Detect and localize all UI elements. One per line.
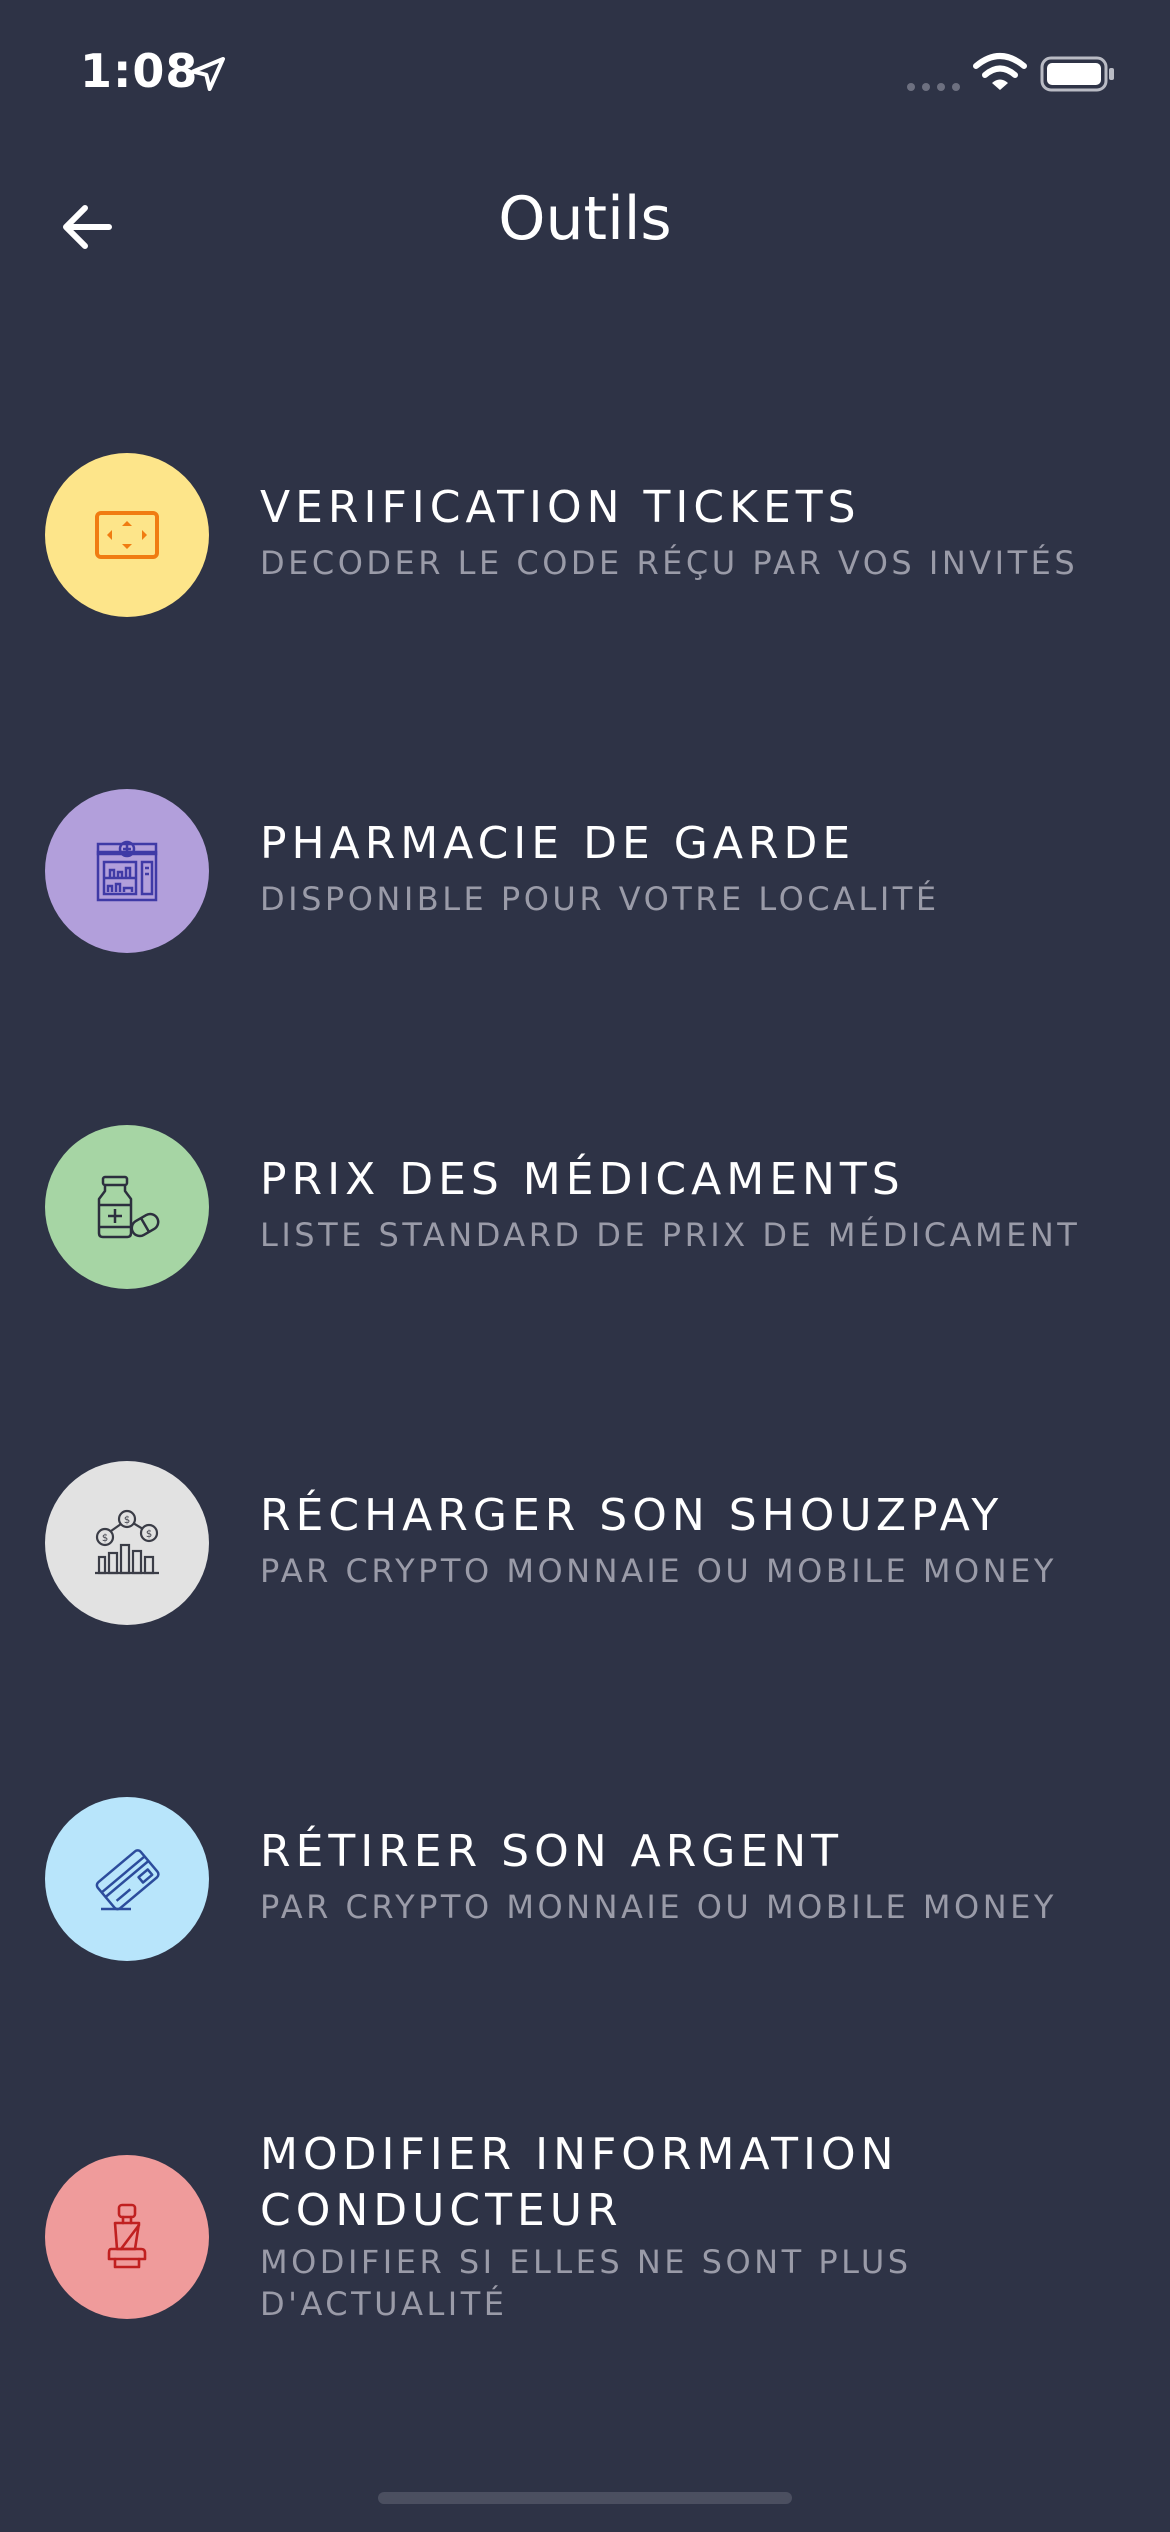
credit-card-icon	[95, 1849, 160, 1911]
pharmacy-store-icon	[96, 840, 158, 902]
medicine-bottle-icon	[97, 1175, 160, 1239]
icon-circle	[45, 1125, 209, 1289]
svg-text:$: $	[146, 1529, 152, 1540]
menu-item-label: RÉTIRER SON ARGENT	[260, 1826, 843, 1877]
menu-item-subtitle: DISPONIBLE POUR VOTRE LOCALITÉ	[260, 880, 940, 918]
menu-item-label: PRIX DES MÉDICAMENTS	[260, 1154, 905, 1205]
menu-item-retirer-argent[interactable]: RÉTIRER SON ARGENT PAR CRYPTO MONNAIE OU…	[0, 1759, 1170, 1999]
page-title: Outils	[498, 184, 672, 254]
battery-icon	[1040, 56, 1114, 92]
icon-circle: $ $ $	[45, 1461, 209, 1625]
menu-item-subtitle: LISTE STANDARD DE PRIX DE MÉDICAMENT	[260, 1216, 1081, 1254]
icon-circle	[45, 789, 209, 953]
navigation-bar: Outils	[0, 170, 1170, 280]
money-chart-icon: $ $ $	[95, 1509, 159, 1575]
menu-item-modifier-information-conducteur[interactable]: MODIFIER INFORMATION CONDUCTEUR MODIFIER…	[0, 2095, 1170, 2395]
menu-item-subtitle: DECODER LE CODE RÉÇU PAR VOS INVITÉS	[260, 544, 1079, 582]
status-bar: 1:08	[0, 0, 1170, 140]
ticket-scan-icon	[95, 511, 159, 559]
status-time: 1:08	[80, 44, 199, 98]
menu-item-label: RÉCHARGER SON SHOUZPAY	[260, 1490, 1004, 1541]
svg-text:$: $	[124, 1515, 130, 1526]
menu-item-pharmacie-de-garde[interactable]: PHARMACIE DE GARDE DISPONIBLE POUR VOTRE…	[0, 751, 1170, 991]
car-seat-icon	[107, 2203, 147, 2269]
menu-item-label: PHARMACIE DE GARDE	[260, 818, 856, 869]
svg-text:$: $	[102, 1533, 108, 1544]
icon-circle	[45, 1797, 209, 1961]
menu-item-label-line-1: MODIFIER INFORMATION	[260, 2129, 899, 2180]
cellular-signal-icon	[907, 83, 960, 91]
menu-item-label: VERIFICATION TICKETS	[260, 482, 861, 533]
wifi-icon	[973, 53, 1027, 90]
menu-item-subtitle: PAR CRYPTO MONNAIE OU MOBILE MONEY	[260, 1552, 1057, 1590]
menu-item-verification-tickets[interactable]: VERIFICATION TICKETS DECODER LE CODE RÉÇ…	[0, 415, 1170, 655]
menu-item-subtitle: PAR CRYPTO MONNAIE OU MOBILE MONEY	[260, 1888, 1057, 1926]
menu-item-prix-des-medicaments[interactable]: PRIX DES MÉDICAMENTS LISTE STANDARD DE P…	[0, 1087, 1170, 1327]
menu-item-subtitle-line-1: MODIFIER SI ELLES NE SONT PLUS	[260, 2243, 912, 2281]
menu-item-label-line-2: CONDUCTEUR	[260, 2185, 623, 2236]
icon-circle	[45, 2155, 209, 2319]
menu-item-recharger-shouzpay[interactable]: $ $ $ RÉCHARGER SON SHOUZPAY PAR CRYPTO …	[0, 1423, 1170, 1663]
menu-item-subtitle-line-2: D'ACTUALITÉ	[260, 2285, 508, 2323]
home-indicator[interactable]	[378, 2492, 792, 2504]
location-arrow-icon	[191, 57, 225, 91]
icon-circle	[45, 453, 209, 617]
